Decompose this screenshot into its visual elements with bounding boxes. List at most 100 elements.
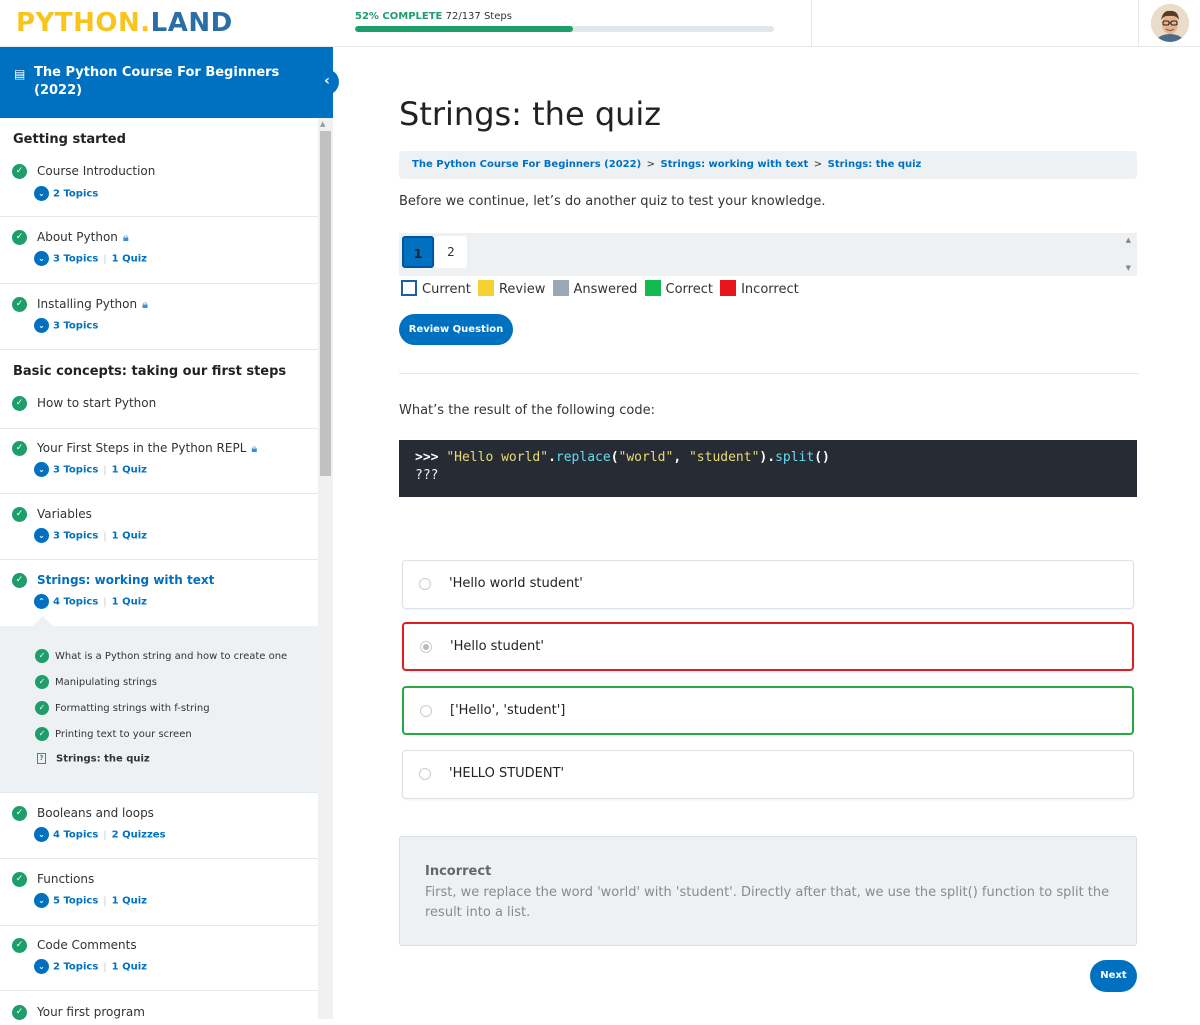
lesson-meta[interactable]: ⌄ 4 Topics | 2 Quizzes: [34, 827, 166, 842]
check-icon: ✓: [35, 727, 49, 741]
lesson-item[interactable]: ✓ How to start Python: [0, 396, 318, 429]
chevron-down-icon: ⌄: [34, 318, 49, 333]
subtopic-item-current[interactable]: ? Strings: the quiz: [35, 753, 150, 765]
logo-text-part2: LAND: [150, 8, 233, 38]
answer-feedback: Incorrect First, we replace the word 'wo…: [399, 836, 1137, 946]
legend-swatch-review: [477, 280, 494, 296]
header-divider: [1138, 0, 1139, 47]
lesson-item[interactable]: ✓ Variables ⌄ 3 Topics | 1 Quiz: [0, 507, 318, 560]
section-heading: Basic concepts: taking our first steps: [13, 364, 287, 379]
subtopic-item[interactable]: ✓ What is a Python string and how to crea…: [35, 649, 287, 663]
lesson-title: Course Introduction: [37, 164, 156, 178]
chevron-down-icon: ⌄: [34, 528, 49, 543]
review-question-button[interactable]: Review Question: [399, 314, 513, 345]
subtopic-item[interactable]: ✓ Printing text to your screen: [35, 727, 192, 741]
lesson-meta[interactable]: ⌄ 5 Topics | 1 Quiz: [34, 893, 147, 908]
check-icon: ✓: [12, 230, 27, 245]
lesson-title: How to start Python: [37, 396, 157, 410]
logo-text-part1: PYTHON.: [16, 8, 151, 38]
lesson-item[interactable]: ✓ Course Introduction ⌄ 2 Topics: [0, 164, 318, 217]
chevron-up-icon: ⌃: [34, 594, 49, 609]
check-icon: ✓: [12, 573, 27, 588]
section-heading: Getting started: [13, 132, 126, 147]
subtopic-item[interactable]: ✓ Manipulating strings: [35, 675, 157, 689]
check-icon: ✓: [35, 701, 49, 715]
answer-radio-selected[interactable]: [420, 641, 432, 653]
lesson-title: Functions: [37, 872, 95, 886]
lesson-item-active[interactable]: ✓ Strings: working with text ⌃ 4 Topics | 1…: [0, 573, 318, 626]
lesson-title: About Python 🔒︎: [37, 230, 129, 244]
question-nav-1[interactable]: 1: [402, 236, 434, 268]
check-icon: ✓: [35, 649, 49, 663]
lesson-item[interactable]: ✓ Installing Python 🔒︎ ⌄ 3 Topics: [0, 297, 318, 350]
lesson-item[interactable]: ✓ Booleans and loops ⌄ 4 Topics | 2 Quizzes: [0, 806, 318, 859]
progress-percent-label: 52% COMPLETE: [355, 11, 443, 22]
chevron-down-icon: ⌄: [34, 186, 49, 201]
chevron-down-icon: ⌄: [34, 959, 49, 974]
lesson-item[interactable]: ✓ About Python 🔒︎ ⌄ 3 Topics | 1 Quiz: [0, 230, 318, 284]
answer-option-incorrect[interactable]: 'Hello student': [402, 622, 1134, 671]
lesson-meta[interactable]: ⌄ 3 Topics | 1 Quiz: [34, 462, 147, 477]
feedback-title: Incorrect: [425, 864, 492, 879]
breadcrumb-link-lesson[interactable]: Strings: working with text: [661, 159, 809, 170]
lesson-meta[interactable]: ⌄ 2 Topics | 1 Quiz: [34, 959, 147, 974]
lesson-title: Booleans and loops: [37, 806, 154, 820]
lesson-meta[interactable]: ⌄ 3 Topics | 1 Quiz: [34, 528, 147, 543]
chevron-down-icon: ⌄: [34, 893, 49, 908]
lesson-title: Strings: working with text: [37, 573, 215, 587]
chevron-down-icon: ⌄: [34, 462, 49, 477]
lesson-meta[interactable]: ⌄ 2 Topics: [34, 186, 98, 201]
document-icon: ▤: [14, 67, 26, 81]
next-button[interactable]: Next: [1090, 960, 1137, 992]
scroll-up-arrow-icon[interactable]: ▲: [320, 120, 325, 128]
check-icon: ✓: [12, 938, 27, 953]
lesson-item[interactable]: ✓ Functions ⌄ 5 Topics | 1 Quiz: [0, 872, 318, 926]
chevron-down-icon: ⌄: [34, 251, 49, 266]
answer-option[interactable]: 'HELLO STUDENT': [402, 750, 1134, 799]
breadcrumb-current[interactable]: Strings: the quiz: [828, 159, 922, 170]
code-block: >>> "Hello world".replace("world", "stud…: [399, 440, 1137, 497]
check-icon: ✓: [12, 396, 27, 411]
check-icon: ✓: [12, 806, 27, 821]
check-icon: ✓: [12, 297, 27, 312]
lesson-title: Your First Steps in the Python REPL 🔒︎: [37, 441, 258, 455]
site-logo[interactable]: PYTHON.LAND: [16, 8, 233, 38]
check-icon: ✓: [12, 441, 27, 456]
lesson-item[interactable]: ✓ Your first program: [0, 1005, 318, 1025]
breadcrumb-link-course[interactable]: The Python Course For Beginners (2022): [412, 159, 641, 170]
check-icon: ✓: [12, 164, 27, 179]
answer-radio[interactable]: [419, 768, 431, 780]
question-text: What’s the result of the following code:: [399, 403, 656, 418]
lesson-title: Your first program: [37, 1005, 145, 1019]
collapse-sidebar-button[interactable]: ‹: [315, 69, 339, 95]
feedback-text: First, we replace the word 'world' with …: [425, 885, 1110, 920]
lesson-item[interactable]: ✓ Code Comments ⌄ 2 Topics | 1 Quiz: [0, 938, 318, 991]
lock-icon: 🔒︎: [142, 298, 148, 311]
lesson-meta[interactable]: ⌄ 3 Topics | 1 Quiz: [34, 251, 147, 266]
answer-option-correct[interactable]: ['Hello', 'student']: [402, 686, 1134, 735]
scroll-down-arrow-icon[interactable]: ▼: [1126, 264, 1131, 272]
subtopic-list: ✓ What is a Python string and how to crea…: [0, 616, 318, 793]
lesson-meta[interactable]: ⌄ 3 Topics: [34, 318, 98, 333]
breadcrumb: The Python Course For Beginners (2022) >…: [399, 151, 1137, 179]
question-nav-2[interactable]: 2: [435, 236, 467, 268]
check-icon: ✓: [12, 507, 27, 522]
subtopic-item[interactable]: ✓ Formatting strings with f-string: [35, 701, 210, 715]
progress-bar: [355, 26, 774, 32]
sidebar-scroll-thumb[interactable]: [320, 131, 331, 476]
answer-radio[interactable]: [420, 705, 432, 717]
lesson-meta[interactable]: ⌃ 4 Topics | 1 Quiz: [34, 594, 147, 609]
question-legend: Current Review Answered Correct Incorrec…: [401, 280, 802, 297]
course-header[interactable]: ▤ The Python Course For Beginners (2022): [0, 47, 333, 118]
lesson-item[interactable]: ✓ Your First Steps in the Python REPL 🔒︎ …: [0, 441, 318, 494]
answer-radio[interactable]: [419, 578, 431, 590]
check-icon: ✓: [12, 1005, 27, 1020]
answer-option[interactable]: 'Hello world student': [402, 560, 1134, 609]
answer-text: 'HELLO STUDENT': [449, 766, 565, 781]
scroll-up-arrow-icon[interactable]: ▲: [1126, 236, 1131, 244]
answer-text: ['Hello', 'student']: [450, 703, 566, 718]
top-header: PYTHON.LAND 52% COMPLETE 72/137 Steps: [0, 0, 1200, 47]
user-avatar[interactable]: [1151, 4, 1189, 42]
header-divider: [811, 0, 812, 47]
progress-steps-label: 72/137 Steps: [445, 11, 512, 22]
